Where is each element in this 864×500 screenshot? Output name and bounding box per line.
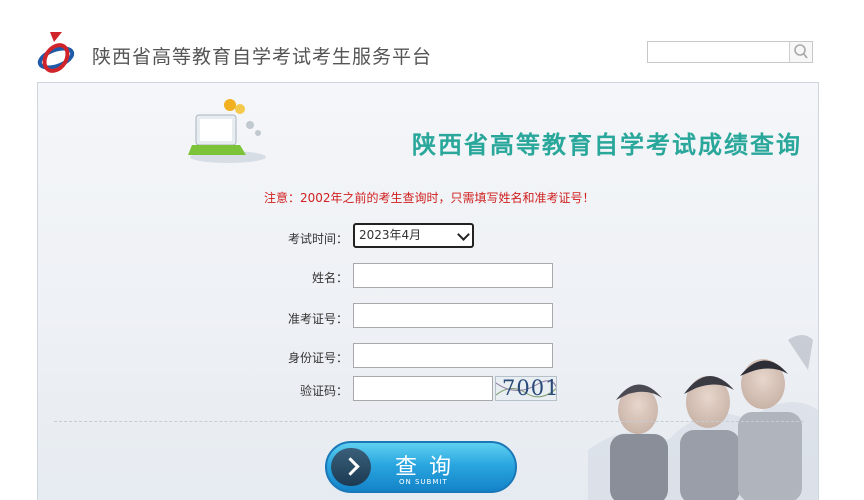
ticket-number-label: 准考证号： xyxy=(287,312,348,326)
submit-label: 查询 xyxy=(395,455,464,480)
exam-time-value: 2023年4月 xyxy=(359,228,422,242)
search-icon xyxy=(794,44,808,59)
page-title: 陕西省高等教育自学考试成绩查询 xyxy=(412,131,802,159)
site-title: 陕西省高等教育自学考试考生服务平台 xyxy=(92,46,433,68)
banner: 陕西省高等教育自学考试成绩查询 xyxy=(178,91,800,171)
arrow-icon xyxy=(331,448,371,486)
submit-sublabel: ON SUBMIT xyxy=(399,478,448,486)
captcha-image[interactable]: 7001 xyxy=(495,376,557,401)
search-input[interactable] xyxy=(648,42,790,62)
search-button[interactable] xyxy=(789,42,812,62)
chevron-down-icon xyxy=(457,228,470,241)
students-photo xyxy=(588,330,818,500)
exam-time-select[interactable]: 2023年4月 xyxy=(353,223,474,248)
name-label: 姓名： xyxy=(311,271,348,285)
id-number-input[interactable] xyxy=(353,343,553,368)
captcha-text: 7001 xyxy=(502,376,557,400)
ticket-number-input[interactable] xyxy=(353,303,553,328)
captcha-input[interactable] xyxy=(353,376,493,401)
divider xyxy=(54,421,804,422)
captcha-label: 验证码： xyxy=(299,384,348,398)
computer-illustration xyxy=(188,99,266,163)
exam-time-label: 考试时间： xyxy=(287,232,348,246)
search-box xyxy=(647,41,813,63)
name-input[interactable] xyxy=(353,263,553,288)
id-number-label: 身份证号： xyxy=(287,351,348,365)
submit-button[interactable]: 查询 ON SUBMIT xyxy=(325,441,517,493)
main-panel: 陕西省高等教育自学考试成绩查询 注意：2002年之前的考生查询时，只需填写姓名和… xyxy=(37,82,819,500)
notice-text: 注意：2002年之前的考生查询时，只需填写姓名和准考证号！ xyxy=(264,191,595,205)
site-logo xyxy=(36,30,76,76)
header: 陕西省高等教育自学考试考生服务平台 xyxy=(0,0,864,82)
